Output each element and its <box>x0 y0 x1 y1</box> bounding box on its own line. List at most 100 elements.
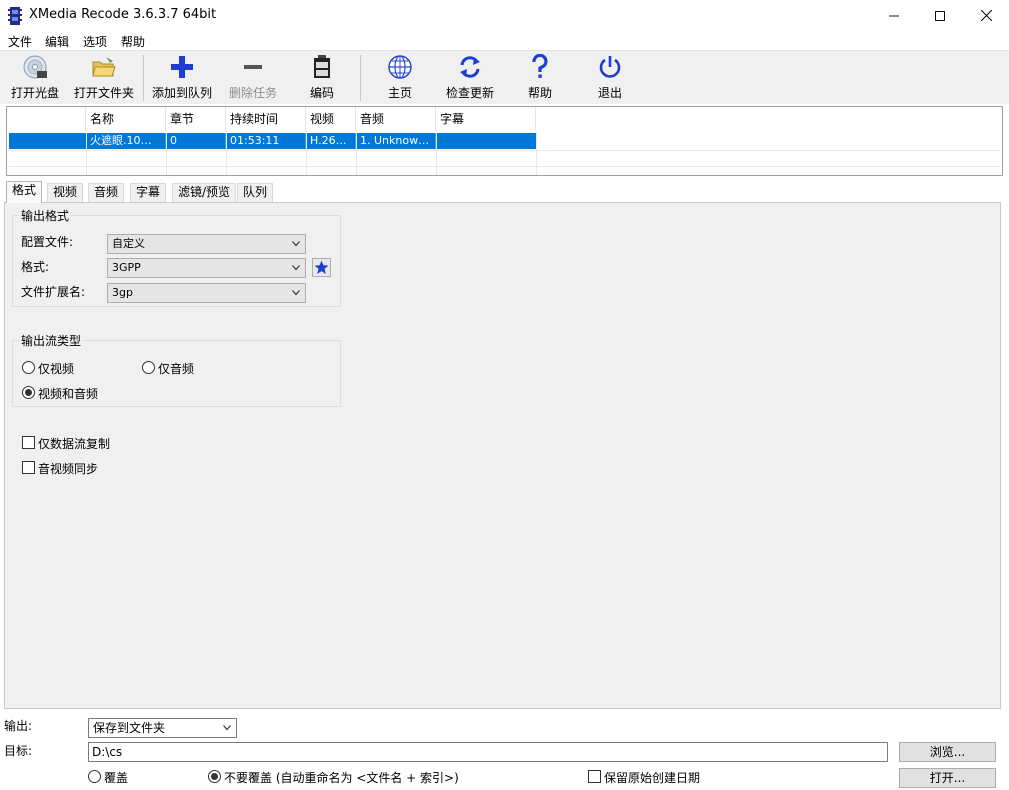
tab-subtitle[interactable]: 字幕 <box>130 183 167 202</box>
output-format-title: 输出格式 <box>19 207 72 224</box>
column-header-audio[interactable]: 音频 <box>356 107 436 131</box>
favorite-format-button[interactable] <box>312 258 331 277</box>
browse-button[interactable]: 浏览... <box>899 742 996 762</box>
menu-edit[interactable]: 编辑 <box>45 33 69 50</box>
check-update-button[interactable]: 检查更新 <box>445 53 495 103</box>
target-label: 目标: <box>4 744 33 758</box>
menu-help[interactable]: 帮助 <box>121 33 145 50</box>
chevron-down-icon <box>292 241 300 247</box>
open-folder-button[interactable]: 打开文件夹 <box>74 53 134 103</box>
exit-button[interactable]: 退出 <box>596 53 624 103</box>
open-button[interactable]: 打开... <box>899 768 996 788</box>
output-select[interactable]: 保存到文件夹 <box>88 718 237 738</box>
home-label: 主页 <box>387 86 412 100</box>
target-path-input[interactable]: D:\cs <box>88 742 888 762</box>
column-header-video[interactable]: 视频 <box>306 107 356 131</box>
menu-options[interactable]: 选项 <box>83 33 107 50</box>
minus-icon <box>239 53 267 81</box>
maximize-icon <box>935 10 945 21</box>
format-value: 3GPP <box>112 261 141 274</box>
tab-video[interactable]: 视频 <box>47 183 84 202</box>
check-update-label: 检查更新 <box>445 86 494 100</box>
grid-line <box>356 131 357 175</box>
remove-job-label: 删除任务 <box>228 86 277 100</box>
plus-icon <box>168 53 196 81</box>
menu-file[interactable]: 文件 <box>8 33 32 50</box>
video-audio-label[interactable]: 视频和音频 <box>38 385 98 402</box>
encode-button[interactable]: 编码 <box>306 53 338 103</box>
cell-video: H.26… <box>306 133 356 149</box>
tab-audio[interactable]: 音频 <box>88 183 125 202</box>
audio-only-radio[interactable] <box>142 361 155 374</box>
extension-value: 3gp <box>112 286 133 299</box>
keep-date-checkbox[interactable] <box>588 770 601 783</box>
stream-copy-label[interactable]: 仅数据流复制 <box>38 435 110 452</box>
refresh-icon <box>456 53 484 81</box>
chevron-down-icon <box>223 725 231 731</box>
home-button[interactable]: 主页 <box>384 53 416 103</box>
overwrite-label[interactable]: 覆盖 <box>104 769 128 786</box>
stream-copy-checkbox[interactable] <box>22 436 35 449</box>
keep-date-label[interactable]: 保留原始创建日期 <box>604 769 700 786</box>
grid-line <box>536 131 537 175</box>
minimize-button[interactable] <box>871 0 917 31</box>
file-list[interactable]: 名称 章节 持续时间 视频 音频 字幕 火遮眼.10… 0 01:53:11 H… <box>6 106 1003 176</box>
grid-line <box>9 150 1000 151</box>
toolbar-separator <box>143 55 144 101</box>
title-bar: XMedia Recode 3.6.3.7 64bit <box>0 0 1009 31</box>
tab-format[interactable]: 格式 <box>6 181 43 203</box>
app-film-icon <box>8 7 22 25</box>
video-only-label[interactable]: 仅视频 <box>38 360 74 377</box>
cell-audio: 1. Unknow… <box>356 133 436 149</box>
open-disc-button[interactable]: 打开光盘 <box>10 53 60 103</box>
overwrite-radio[interactable] <box>88 770 101 783</box>
cell-duration: 01:53:11 <box>226 133 306 149</box>
chevron-down-icon <box>292 290 300 296</box>
grid-line <box>226 131 227 175</box>
audio-only-label[interactable]: 仅音频 <box>158 360 194 377</box>
star-icon <box>314 260 329 274</box>
column-header-subtitle[interactable]: 字幕 <box>436 107 536 131</box>
grid-line <box>9 166 1000 167</box>
video-only-radio[interactable] <box>22 361 35 374</box>
remove-job-button[interactable]: 删除任务 <box>228 53 278 103</box>
close-button[interactable] <box>963 0 1009 31</box>
minimize-icon <box>889 15 899 16</box>
av-sync-label[interactable]: 音视频同步 <box>38 460 98 477</box>
film-icon <box>308 53 336 81</box>
menu-bar: 文件 编辑 选项 帮助 <box>0 31 1009 50</box>
video-audio-radio[interactable] <box>22 386 35 399</box>
toolbar: 打开光盘 打开文件夹 添加到队列 删除任务 编码 主页 检查更新 帮助 退出 <box>0 50 1009 104</box>
extension-label: 文件扩展名: <box>21 285 86 299</box>
grid-line <box>166 131 167 175</box>
av-sync-checkbox[interactable] <box>22 461 35 474</box>
add-to-queue-button[interactable]: 添加到队列 <box>152 53 212 103</box>
format-select[interactable]: 3GPP <box>107 258 306 278</box>
grid-line <box>306 131 307 175</box>
open-folder-label: 打开文件夹 <box>74 86 135 100</box>
output-value: 保存到文件夹 <box>93 721 166 735</box>
grid-line <box>436 131 437 175</box>
tab-queue[interactable]: 队列 <box>237 183 274 202</box>
profile-label: 配置文件: <box>21 235 74 249</box>
extension-select[interactable]: 3gp <box>107 283 306 303</box>
close-icon <box>980 10 992 21</box>
output-label: 输出: <box>4 719 33 733</box>
globe-icon <box>386 53 414 81</box>
column-header-duration[interactable]: 持续时间 <box>226 107 306 131</box>
exit-label: 退出 <box>597 86 622 100</box>
maximize-button[interactable] <box>917 0 963 31</box>
profile-select[interactable]: 自定义 <box>107 234 306 254</box>
no-overwrite-label[interactable]: 不要覆盖 (自动重命名为 <文件名 + 索引>) <box>224 769 459 786</box>
power-icon <box>596 53 624 81</box>
cell-subtitle <box>436 133 536 149</box>
column-header-chapter[interactable]: 章节 <box>166 107 226 131</box>
column-header-name[interactable]: 名称 <box>86 107 166 131</box>
disc-icon <box>21 53 49 81</box>
no-overwrite-radio[interactable] <box>208 770 221 783</box>
add-to-queue-label: 添加到队列 <box>152 86 213 100</box>
help-button[interactable]: 帮助 <box>526 53 554 103</box>
tab-filter-preview[interactable]: 滤镜/预览 <box>172 183 237 202</box>
column-header-blank[interactable] <box>7 107 86 131</box>
toolbar-separator <box>360 55 361 101</box>
